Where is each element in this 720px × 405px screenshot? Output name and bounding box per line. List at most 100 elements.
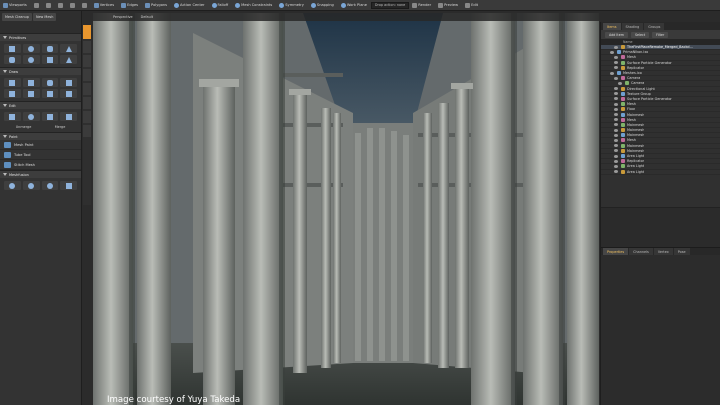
- side-tab[interactable]: [83, 111, 91, 123]
- snapping-button[interactable]: Snapping: [308, 1, 337, 10]
- rotate-tool-button[interactable]: [43, 1, 54, 10]
- side-tab[interactable]: [83, 125, 91, 137]
- weld-tool[interactable]: [60, 112, 77, 121]
- visibility-eye-icon[interactable]: [614, 149, 618, 153]
- side-tab[interactable]: [83, 69, 91, 81]
- cone-tool[interactable]: [60, 44, 77, 53]
- polygons-mode-button[interactable]: Polygons: [142, 1, 170, 10]
- sphere-tool[interactable]: [22, 44, 40, 53]
- primitives-header[interactable]: Primitives: [0, 34, 81, 41]
- tube-tool[interactable]: Tube Tool: [0, 150, 81, 160]
- fusion-intersect-tool[interactable]: [41, 181, 59, 190]
- edges-mode-button[interactable]: Edges: [118, 1, 141, 10]
- extrude-tool[interactable]: [60, 78, 77, 87]
- visibility-eye-icon[interactable]: [614, 128, 618, 132]
- visibility-eye-icon[interactable]: [610, 71, 614, 75]
- visibility-eye-icon[interactable]: [614, 55, 618, 59]
- fusion-subtract-tool[interactable]: [22, 181, 40, 190]
- preview-button[interactable]: Preview: [435, 1, 461, 10]
- sketch-tool[interactable]: [22, 78, 40, 87]
- draw-header[interactable]: Draw: [0, 68, 81, 75]
- 3d-viewport[interactable]: Perspective Default Image courtesy of Yu…: [93, 13, 599, 405]
- loop-tool[interactable]: [22, 89, 40, 98]
- work-plane-button[interactable]: Work Plane: [338, 1, 370, 10]
- item-row[interactable]: Area Light: [601, 169, 720, 175]
- unmerge-tool[interactable]: [4, 112, 21, 121]
- side-tab[interactable]: [83, 55, 91, 67]
- visibility-eye-icon[interactable]: [610, 50, 614, 54]
- move-tool-button[interactable]: [31, 1, 42, 10]
- symmetry-button[interactable]: Symmetry: [276, 1, 307, 10]
- tab-items[interactable]: Items: [603, 23, 621, 30]
- visibility-eye-icon[interactable]: [614, 159, 618, 163]
- bridge-tool[interactable]: [60, 89, 77, 98]
- cylinder-tool[interactable]: [41, 44, 59, 53]
- side-tab[interactable]: [83, 97, 91, 109]
- curve-tool[interactable]: [41, 78, 59, 87]
- visibility-eye-icon[interactable]: [614, 144, 618, 148]
- shading-select[interactable]: Default: [141, 15, 153, 19]
- filter-button[interactable]: Filter: [652, 31, 669, 38]
- visibility-eye-icon[interactable]: [618, 81, 622, 85]
- stitch-mesh-tool[interactable]: Stitch Mesh: [0, 160, 81, 170]
- fusion-strip-tool[interactable]: [60, 181, 77, 190]
- visibility-eye-icon[interactable]: [614, 102, 618, 106]
- side-tab-active[interactable]: [83, 25, 91, 39]
- plane-tool[interactable]: [41, 55, 59, 64]
- visibility-eye-icon[interactable]: [614, 61, 618, 65]
- tab-properties[interactable]: Properties: [603, 248, 629, 255]
- layout-button[interactable]: Viewports: [0, 1, 30, 10]
- side-tab[interactable]: [83, 41, 91, 53]
- visibility-eye-icon[interactable]: [614, 87, 618, 91]
- visibility-eye-icon[interactable]: [614, 97, 618, 101]
- drop-action-select[interactable]: Drop action: none: [370, 1, 410, 9]
- bevel-tool[interactable]: [4, 89, 21, 98]
- select-mode-button[interactable]: [79, 1, 90, 10]
- scale-tool-button[interactable]: [55, 1, 66, 10]
- visibility-eye-icon[interactable]: [614, 123, 618, 127]
- visibility-eye-icon[interactable]: [614, 76, 618, 80]
- cube-tool[interactable]: [4, 44, 21, 53]
- pen-tool[interactable]: [4, 78, 21, 87]
- visibility-eye-icon[interactable]: [614, 133, 618, 137]
- transform-tool-button[interactable]: [67, 1, 78, 10]
- text-tool[interactable]: [60, 55, 77, 64]
- falloff-button[interactable]: Falloff: [209, 1, 232, 10]
- render-button[interactable]: Render: [409, 1, 434, 10]
- visibility-eye-icon[interactable]: [614, 138, 618, 142]
- view-mode-select[interactable]: Perspective: [113, 15, 133, 19]
- vertices-mode-button[interactable]: Vertices: [91, 1, 117, 10]
- select-button[interactable]: Select: [630, 31, 650, 38]
- split-tool[interactable]: [22, 112, 40, 121]
- new-mesh-button[interactable]: New Mesh: [32, 13, 57, 21]
- visibility-eye-icon[interactable]: [614, 107, 618, 111]
- merge-tool[interactable]: [41, 112, 59, 121]
- add-item-button[interactable]: Add Item: [605, 31, 628, 38]
- visibility-eye-icon[interactable]: [614, 170, 618, 174]
- tab-shading[interactable]: Shading: [621, 23, 644, 30]
- visibility-eye-icon[interactable]: [614, 164, 618, 168]
- visibility-eye-icon[interactable]: [614, 45, 618, 49]
- action-center-button[interactable]: Action Center: [171, 1, 208, 10]
- tab-pose[interactable]: Pose: [673, 248, 690, 255]
- capsule-tool[interactable]: [4, 55, 21, 64]
- mesh-paint-tool[interactable]: Mesh Paint: [0, 140, 81, 150]
- paint-header[interactable]: Paint: [0, 133, 81, 140]
- meshfusion-header[interactable]: Meshfusion: [0, 171, 81, 178]
- edit-header[interactable]: Edit: [0, 102, 81, 109]
- torus-tool[interactable]: [22, 55, 40, 64]
- fusion-union-tool[interactable]: [4, 181, 21, 190]
- tab-vertex[interactable]: Vertex: [653, 248, 673, 255]
- visibility-eye-icon[interactable]: [614, 92, 618, 96]
- visibility-eye-icon[interactable]: [614, 113, 618, 117]
- mesh-constraints-button[interactable]: Mesh Constraints: [232, 1, 275, 10]
- edit-button[interactable]: Edit: [462, 1, 481, 10]
- slice-tool[interactable]: [41, 89, 59, 98]
- side-tab[interactable]: [83, 83, 91, 95]
- visibility-eye-icon[interactable]: [614, 66, 618, 70]
- tab-channels[interactable]: Channels: [629, 248, 653, 255]
- visibility-eye-icon[interactable]: [614, 154, 618, 158]
- tab-groups[interactable]: Groups: [644, 23, 665, 30]
- mesh-cleanup-button[interactable]: Mesh Cleanup: [2, 13, 32, 21]
- visibility-eye-icon[interactable]: [614, 118, 618, 122]
